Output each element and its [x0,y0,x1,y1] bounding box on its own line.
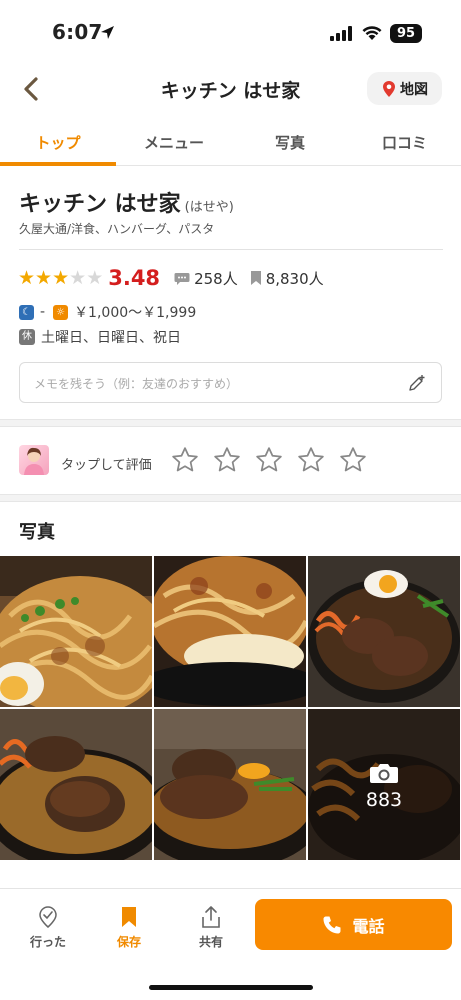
location-arrow-icon [100,25,115,44]
memo-field[interactable]: メモを残そう（例：友達のおすすめ） [19,362,442,403]
review-count: 258人 [194,269,238,288]
cellular-signal-icon [330,26,354,45]
star-empty-icon: ★ [69,266,87,289]
edit-pen-icon [407,373,427,397]
tab-bar: トップ メニュー 写真 口コミ [0,120,461,166]
save-label: 保存 [116,935,141,949]
dinner-price: - [40,304,46,320]
home-indicator [149,985,313,990]
price-row: ☾ - ☼ ￥1,000～￥1,999 [19,302,196,322]
phone-icon [323,916,341,933]
closed-days-row: 休 土曜日、日曜日、祝日 [19,327,181,347]
closed-days: 土曜日、日曜日、祝日 [41,330,181,346]
moon-icon: ☾ [19,304,34,320]
call-button[interactable]: 電話 [255,899,452,950]
tab-photos[interactable]: 写真 [232,132,348,153]
section-separator [0,494,461,502]
photos-heading: 写真 [19,522,55,543]
section-separator [0,419,461,427]
star-outline-icon[interactable] [338,445,368,475]
tab-menu[interactable]: メニュー [116,132,232,153]
star-outline-icon[interactable] [296,445,326,475]
avatar [19,445,49,475]
save-count: 8,830人 [265,269,324,288]
lunch-price: ￥1,000～￥1,999 [74,305,197,321]
tab-reviews[interactable]: 口コミ [348,132,461,153]
rating-row[interactable]: ★ ★ ★ ★ ★ 3.48 258人 8,830人 [18,266,336,290]
active-tab-indicator [0,162,116,166]
went-label: 行った [29,935,66,949]
went-button[interactable]: 行った [18,905,78,950]
comment-icon [174,272,190,285]
map-pin-icon [383,80,395,97]
photo-thumbnail[interactable] [154,556,306,707]
wifi-icon [361,24,383,45]
share-icon [202,906,220,928]
photo-thumbnail[interactable] [308,556,460,707]
save-button[interactable]: 保存 [99,905,159,950]
sun-icon: ☼ [53,304,69,320]
photo-more-thumbnail[interactable]: 883 [308,709,460,860]
map-button-label: 地図 [400,81,428,98]
shop-name-heading: キッチン はせ家 (はせや) [19,186,234,218]
camera-icon [369,761,399,789]
memo-placeholder: メモを残そう（例：友達のおすすめ） [34,377,239,391]
rating-score: 3.48 [108,266,161,290]
status-bar: 6:07 95 [0,0,461,64]
photo-count: 883 [365,789,403,811]
tap-to-rate-label: タップして評価 [61,458,152,473]
share-button[interactable]: 共有 [181,905,241,950]
status-time: 6:07 [52,20,103,44]
divider [19,249,443,250]
call-label: 電話 [352,916,385,936]
star-outline-icon[interactable] [170,445,200,475]
bookmark-icon [250,271,261,285]
shop-area-genre: 久屋大通/洋食、ハンバーグ、パスタ [19,222,215,236]
star-filled-icon: ★ [35,266,53,289]
star-outline-icon[interactable] [212,445,242,475]
battery-icon: 95 [390,24,422,43]
bookmark-icon [122,907,136,927]
shop-kana: (はせや) [184,200,234,215]
star-filled-icon: ★ [52,266,70,289]
share-label: 共有 [198,935,223,949]
photo-thumbnail[interactable] [0,556,152,707]
star-filled-icon: ★ [18,266,36,289]
rating-stars-input[interactable] [170,445,368,475]
check-badge-icon [39,906,57,928]
closed-badge: 休 [19,329,35,345]
map-button[interactable]: 地図 [367,72,442,105]
shop-name: キッチン はせ家 [19,192,181,217]
star-outline-icon[interactable] [254,445,284,475]
nav-bar: キッチン はせ家 地図 [0,64,461,114]
tap-to-rate-row: タップして評価 [0,433,461,493]
photo-thumbnail[interactable] [0,709,152,860]
star-empty-icon: ★ [86,266,104,289]
tab-top[interactable]: トップ [0,132,116,153]
photo-thumbnail[interactable] [154,709,306,860]
bottom-action-bar: 行った 保存 共有 電話 [0,888,461,1000]
